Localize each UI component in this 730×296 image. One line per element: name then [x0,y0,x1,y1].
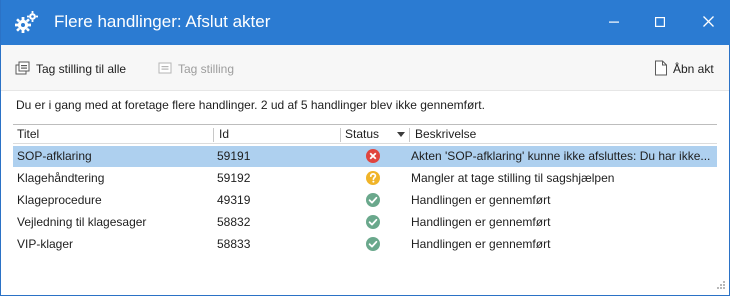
row-id: 58832 [217,215,251,229]
take-stand-all-label: Tag stilling til alle [36,62,127,76]
table-row[interactable]: VIP-klager 58833 Handlingen er gennemfør… [13,234,717,255]
row-description: Akten 'SOP-afklaring' kunne ikke afslutt… [411,149,711,163]
table-row[interactable]: Klagehåndtering 59192 Mangler at tage st… [13,168,717,189]
row-title: Vejledning til klagesager [17,215,147,229]
take-stand-all-button[interactable]: Tag stilling til alle [15,59,126,79]
open-document-label: Åbn akt [673,62,714,76]
gears-icon [13,10,39,36]
row-id: 49319 [217,193,251,207]
row-title: SOP-afklaring [17,149,92,163]
column-header-id[interactable]: Id [219,127,229,143]
title-bar[interactable]: Flere handlinger: Afslut akter [1,0,730,45]
minimize-button[interactable] [591,0,637,45]
success-status-icon [365,214,385,230]
column-divider[interactable] [213,128,214,142]
row-id: 59191 [217,149,251,163]
column-header-status[interactable]: Status [345,127,379,143]
row-description: Handlingen er gennemført [411,215,551,229]
column-header-title[interactable]: Titel [17,127,39,143]
grid-header: Titel Id Status Beskrivelse [13,124,717,144]
resize-grip-icon[interactable] [714,280,726,292]
row-title: VIP-klager [17,237,74,251]
open-document-button[interactable]: Åbn akt [654,59,714,79]
actions-grid: Titel Id Status Beskrivelse SOP-afklarin… [13,124,717,256]
table-row[interactable]: Vejledning til klagesager 58832 Handling… [13,212,717,233]
close-button[interactable] [685,0,730,45]
filter-dropdown-icon[interactable] [397,132,405,137]
error-status-icon [365,148,385,164]
row-title: Klagehåndtering [17,171,105,185]
row-description: Mangler at tage stilling til sagshjælpen [411,171,615,185]
row-id: 58833 [217,237,251,251]
success-status-icon [365,236,385,252]
table-row[interactable]: SOP-afklaring 59191 Akten 'SOP-afklaring… [13,146,717,167]
document-icon [654,60,668,79]
close-icon [702,15,714,30]
row-description: Handlingen er gennemført [411,237,551,251]
row-description: Handlingen er gennemført [411,193,551,207]
toolbar: Tag stilling til alle Tag stilling Åbn a… [1,45,729,91]
question-status-icon [365,170,385,186]
row-id: 59192 [217,171,251,185]
table-row[interactable]: Klageprocedure 49319 Handlingen er genne… [13,190,717,211]
window-title: Flere handlinger: Afslut akter [54,12,271,31]
take-stand-button[interactable]: Tag stilling [157,59,234,79]
take-stand-all-icon [15,60,31,79]
maximize-icon [655,16,666,30]
dialog-window: Flere handlinger: Afslut akter Tag still… [0,0,730,296]
row-title: Klageprocedure [17,193,102,207]
success-status-icon [365,192,385,208]
take-stand-icon [157,60,173,79]
info-message: Du er i gang med at foretage flere handl… [16,98,485,112]
minimize-icon [609,16,619,30]
maximize-button[interactable] [637,0,683,45]
take-stand-label: Tag stilling [178,62,235,76]
column-header-description[interactable]: Beskrivelse [415,127,476,143]
column-divider[interactable] [409,128,410,142]
column-divider[interactable] [340,128,341,142]
